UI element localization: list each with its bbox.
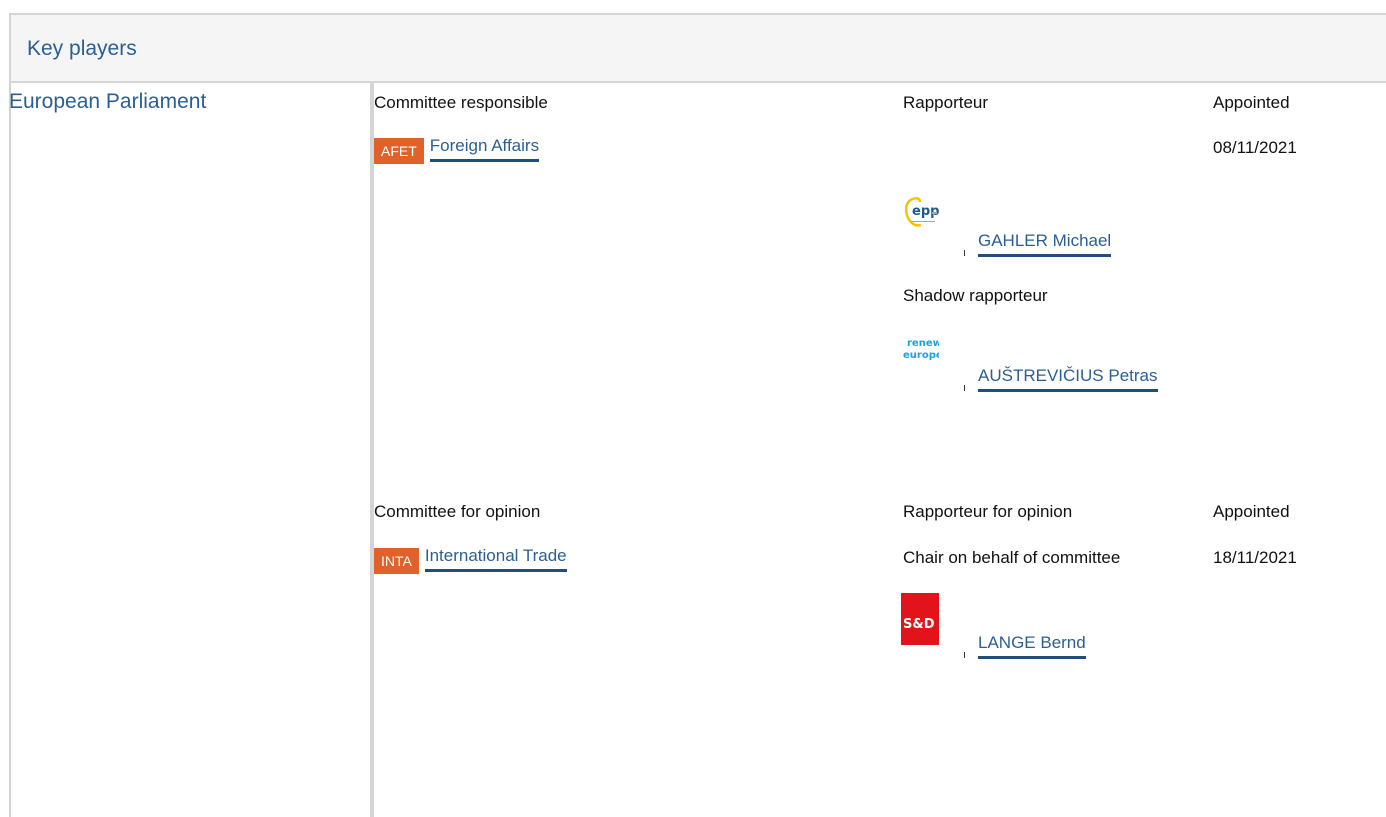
committee-for-opinion-header: Committee for opinion [374, 502, 541, 521]
committee-link-foreign-affairs[interactable]: Foreign Affairs [429, 136, 540, 162]
appointed-date-responsible: 08/11/2021 [1213, 138, 1297, 157]
committee-link-international-trade[interactable]: International Trade [424, 546, 567, 572]
rapporteur-for-opinion-header: Rapporteur for opinion [903, 502, 1073, 521]
appointed-date-opinion: 18/11/2021 [1213, 548, 1297, 567]
committee-for-opinion-row: INTA International Trade [374, 546, 567, 574]
appointed-header: Appointed [1213, 93, 1290, 112]
left-border [9, 83, 11, 817]
snd-logo-icon: S&D [901, 593, 939, 645]
renew-europe-logo-icon: renew europe. [901, 322, 946, 374]
epp-logo-icon: epp [901, 191, 939, 243]
logo-tick [964, 385, 965, 391]
svg-text:S&D: S&D [903, 617, 935, 632]
rapporteur-header: Rapporteur [903, 93, 989, 112]
shadow-rapporteur-label: Shadow rapporteur [903, 286, 1048, 305]
appointed-opinion-header: Appointed [1213, 502, 1290, 521]
logo-tick [964, 250, 965, 256]
section-title: Key players [27, 37, 137, 60]
opinion-rapporteur-link-lange[interactable]: LANGE Bernd [978, 633, 1086, 659]
rapporteur-link-gahler[interactable]: GAHLER Michael [978, 231, 1112, 257]
committee-badge-afet: AFET [374, 138, 424, 164]
svg-text:europe.: europe. [903, 350, 939, 361]
institution-label: European Parliament [9, 90, 207, 113]
svg-text:epp: epp [912, 204, 939, 219]
section-header: Key players [9, 13, 1386, 83]
column-divider [370, 83, 374, 817]
committee-responsible-header: Committee responsible [374, 93, 548, 112]
logo-tick [964, 652, 965, 658]
committee-responsible-row: AFET Foreign Affairs [374, 136, 540, 164]
shadow-rapporteur-link-austrevicius[interactable]: AUŠTREVIČIUS Petras [978, 366, 1158, 392]
svg-text:renew: renew [907, 338, 939, 349]
key-players-page: Key players European Parliament Committe… [0, 0, 1386, 817]
committee-badge-inta: INTA [374, 548, 419, 574]
opinion-role: Chair on behalf of committee [903, 548, 1121, 567]
